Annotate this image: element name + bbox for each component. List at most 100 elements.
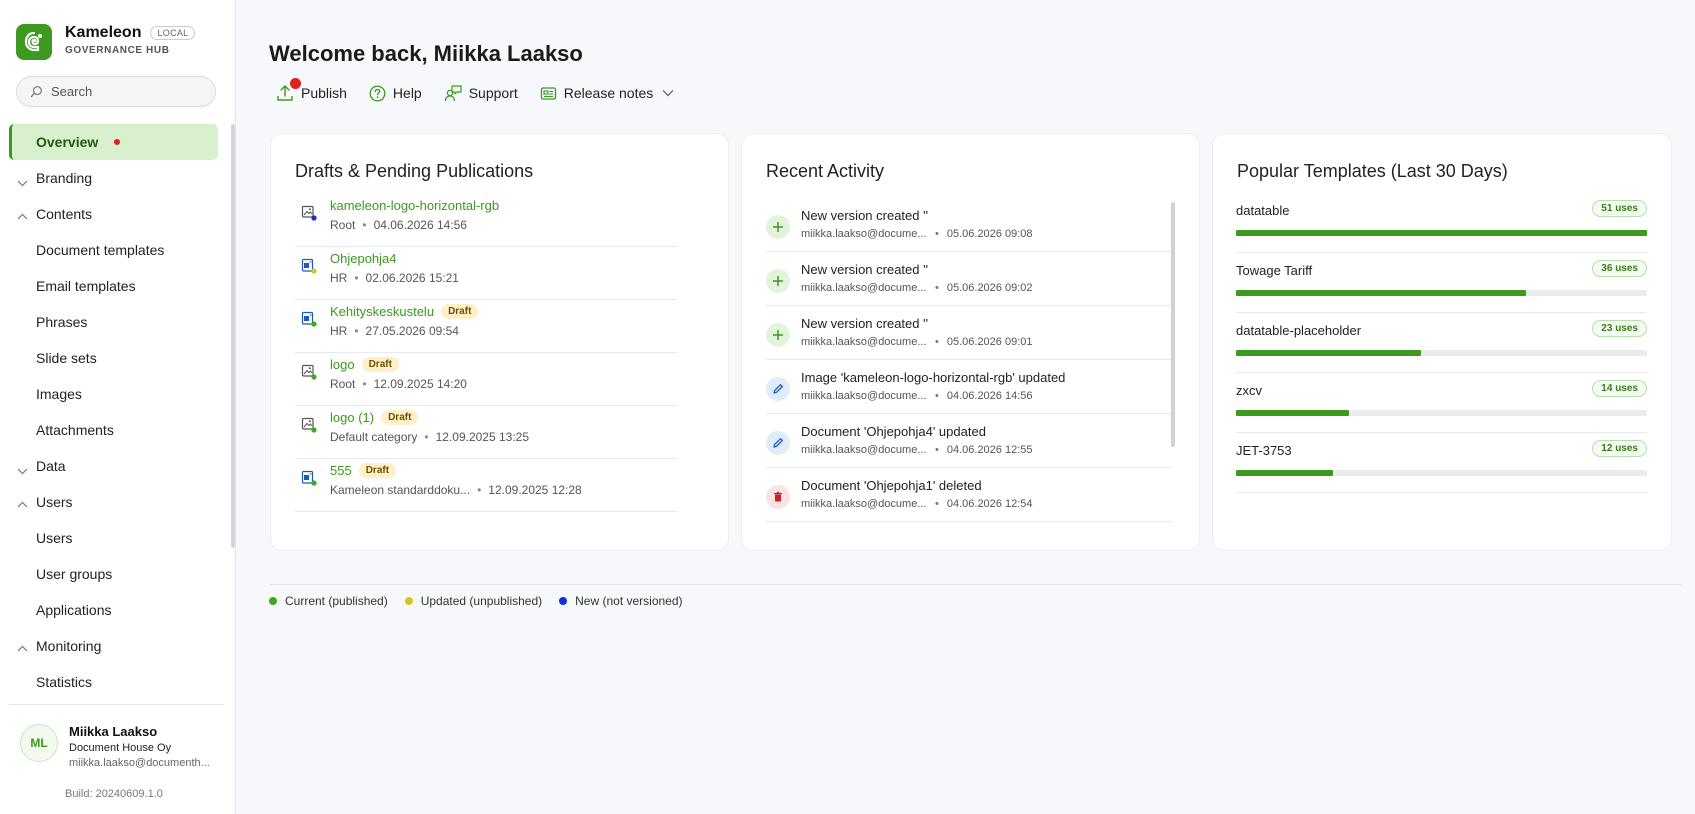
activity-item[interactable]: Document 'Ohjepohja4' updated miikka.laak… (766, 414, 1172, 468)
sidebar-item-attachments[interactable]: Attachments (9, 412, 218, 448)
brand-subtitle: GOVERNANCE HUB (65, 45, 170, 56)
chevron-up-icon (17, 207, 28, 223)
template-item[interactable]: Towage Tariff 36 uses (1236, 253, 1647, 313)
template-item[interactable]: zxcv 14 uses (1236, 373, 1647, 433)
draft-item[interactable]: logo Draft Root • 12.09.2025 14:20 (295, 353, 677, 406)
sidebar-item-contents[interactable]: Contents (9, 196, 218, 232)
meta-separator: • (362, 218, 367, 232)
draft-badge: Draft (441, 304, 479, 319)
draft-meta: Root • 12.09.2025 14:20 (330, 377, 467, 391)
draft-name-link[interactable]: logo (330, 357, 355, 372)
activity-item[interactable]: Image 'kameleon-logo-horizontal-rgb' upd… (766, 360, 1172, 414)
draft-date: 02.06.2026 15:21 (365, 271, 459, 285)
support-button[interactable]: Support (444, 84, 518, 102)
activity-date: 05.06.2026 09:02 (946, 282, 1033, 294)
draft-name-row: 555 Draft (330, 463, 397, 478)
chevron-up-icon (17, 639, 28, 655)
sidebar-item-images[interactable]: Images (9, 376, 218, 412)
brand[interactable]: Kameleon LOCAL GOVERNANCE HUB (16, 24, 196, 60)
draft-badge: Draft (381, 410, 419, 425)
sidebar-item-overview[interactable]: Overview (9, 124, 218, 160)
draft-date: 04.06.2026 14:56 (373, 218, 467, 232)
draft-name-link[interactable]: Ohjepohja4 (330, 251, 397, 266)
sidebar-item-slide-sets[interactable]: Slide sets (9, 340, 218, 376)
template-item[interactable]: datatable-placeholder 23 uses (1236, 313, 1647, 373)
release-notes-label: Release notes (563, 85, 654, 101)
activity-item[interactable]: New version created '' miikka.laakso@docu… (766, 252, 1172, 306)
template-item[interactable]: JET-3753 12 uses (1236, 433, 1647, 493)
release-notes-dropdown[interactable]: Release notes (540, 85, 675, 102)
sidebar-item-label: Data (36, 458, 66, 474)
meta-separator: • (424, 430, 429, 444)
avatar: ML (20, 724, 58, 762)
meta-separator: • (935, 336, 939, 348)
draft-name-row: logo Draft (330, 357, 399, 372)
chevron-up-icon (17, 495, 28, 511)
sidebar-item-applications[interactable]: Applications (9, 592, 218, 628)
templates-card-title: Popular Templates (Last 30 Days) (1237, 161, 1508, 181)
newspaper-icon (540, 85, 557, 102)
draft-date: 12.09.2025 13:25 (435, 430, 530, 444)
sidebar-item-branding[interactable]: Branding (9, 160, 218, 196)
draft-meta: Kameleon standarddoku... • 12.09.2025 12:2… (330, 483, 582, 497)
support-label: Support (468, 85, 518, 101)
environment-badge: LOCAL (150, 26, 196, 40)
sidebar-item-label: Users (36, 494, 73, 510)
plus-icon (766, 215, 790, 239)
sidebar-item-user-groups[interactable]: User groups (9, 556, 218, 592)
draft-name-link[interactable]: kameleon-logo-horizontal-rgb (330, 198, 499, 213)
draft-name-link[interactable]: Kehityskeskustelu (330, 304, 434, 319)
sidebar-item-label: Document templates (36, 242, 165, 258)
activity-meta: miikka.laakso@docume... • 05.06.2026 09:02 (801, 282, 1033, 294)
draft-category: Root (330, 218, 356, 232)
activity-meta: miikka.laakso@docume... • 04.06.2026 14:56 (801, 390, 1033, 402)
search-box[interactable] (16, 76, 216, 107)
meta-separator: • (935, 228, 939, 240)
sidebar-item-label: Users (36, 530, 73, 546)
draft-meta: Default category • 12.09.2025 13:25 (330, 430, 529, 444)
activity-item[interactable]: New version created '' miikka.laakso@docu… (766, 198, 1172, 252)
draft-name-link[interactable]: 555 (330, 463, 352, 478)
draft-item[interactable]: Ohjepohja4 HR • 02.06.2026 15:21 (295, 247, 677, 300)
draft-category: Kameleon standarddoku... (330, 483, 471, 497)
sidebar-scrollbar[interactable] (231, 124, 235, 548)
sidebar-item-document-templates[interactable]: Document templates (9, 232, 218, 268)
chevron-down-icon (662, 89, 674, 97)
draft-name-row: logo (1) Draft (330, 410, 419, 425)
draft-item[interactable]: 555 Draft Kameleon standarddoku... • 12.09.2… (295, 459, 677, 512)
usage-bar-track (1236, 230, 1647, 236)
sidebar-item-label: Contents (36, 206, 93, 222)
sidebar-item-statistics[interactable]: Statistics (9, 664, 218, 700)
help-label: Help (392, 85, 422, 101)
draft-badge: Draft (361, 357, 399, 372)
draft-item[interactable]: kameleon-logo-horizontal-rgb Root • 04.06.2… (295, 194, 677, 247)
draft-name-row: Kehityskeskustelu Draft (330, 304, 479, 319)
search-input[interactable] (51, 84, 201, 99)
user-email: miikka.laakso@documenth... (69, 757, 210, 769)
sidebar: Kameleon LOCAL GOVERNANCE HUB Overview Br… (0, 0, 236, 814)
sidebar-item-users[interactable]: Users (9, 520, 218, 556)
activity-item[interactable]: New version created '' miikka.laakso@docu… (766, 306, 1172, 360)
status-legend: Current (published) Updated (unpublished… (269, 594, 700, 608)
activity-card: Recent Activity New version created '' mi… (741, 133, 1200, 551)
template-name: JET-3753 (1236, 443, 1292, 458)
sidebar-item-users[interactable]: Users (9, 484, 218, 520)
user-profile[interactable]: ML Miikka Laakso Document House Oy miikk… (20, 724, 210, 769)
draft-item[interactable]: Kehityskeskustelu Draft HR • 27.05.2026 09:5… (295, 300, 677, 353)
sidebar-item-monitoring[interactable]: Monitoring (9, 628, 218, 664)
sidebar-item-phrases[interactable]: Phrases (9, 304, 218, 340)
document-file-icon (301, 258, 317, 277)
help-button[interactable]: Help (369, 85, 422, 102)
templates-card: Popular Templates (Last 30 Days) datatab… (1212, 133, 1672, 551)
sidebar-item-data[interactable]: Data (9, 448, 218, 484)
activity-scrollbar[interactable] (1171, 202, 1175, 447)
sidebar-item-email-templates[interactable]: Email templates (9, 268, 218, 304)
activity-item[interactable]: Document 'Ohjepohja1' deleted miikka.laak… (766, 468, 1172, 522)
draft-name-link[interactable]: logo (1) (330, 410, 374, 425)
activity-date: 05.06.2026 09:01 (946, 336, 1033, 348)
template-item[interactable]: datatable 51 uses (1236, 193, 1647, 253)
publish-button[interactable]: Publish (276, 78, 347, 102)
draft-category: HR (330, 271, 348, 285)
usage-badge: 51 uses (1592, 200, 1647, 217)
draft-item[interactable]: logo (1) Draft Default category • 12.09.2025… (295, 406, 677, 459)
